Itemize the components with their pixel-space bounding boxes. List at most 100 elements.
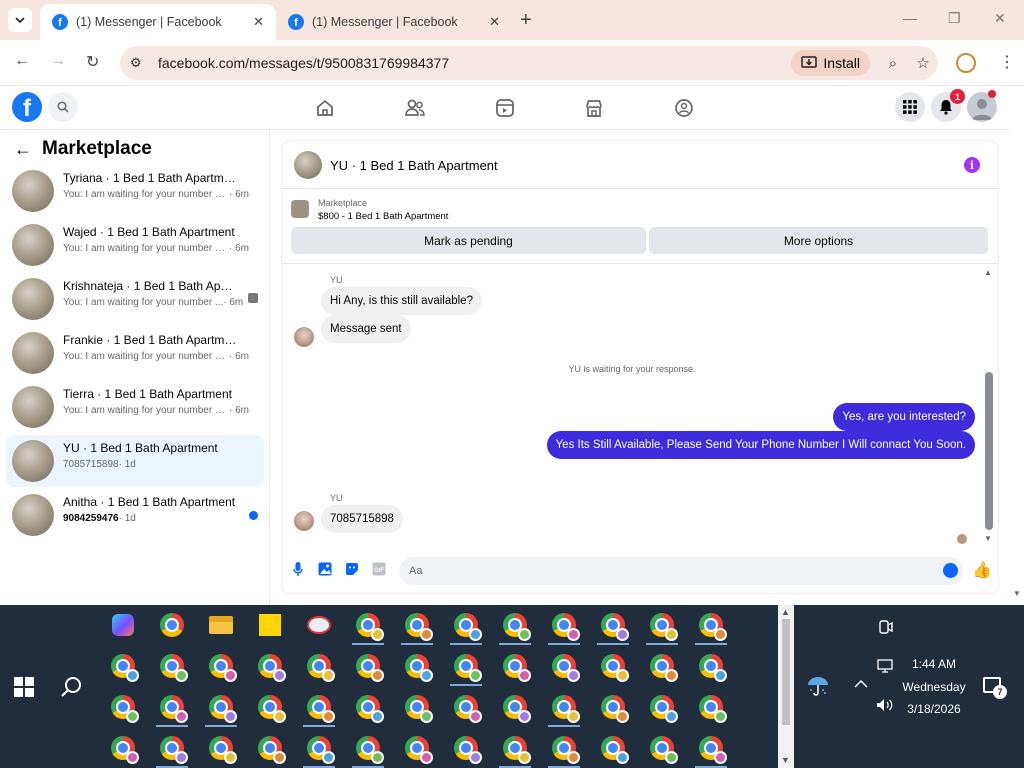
reload-button[interactable]: ↻ xyxy=(86,52,99,72)
conversation-item-selected[interactable]: YU · 1 Bed 1 Bath Apartment 7085715898 · … xyxy=(6,435,264,487)
chat-title[interactable]: YU · 1 Bed 1 Bath Apartment xyxy=(330,158,498,173)
chrome-profile-icon[interactable] xyxy=(397,728,437,768)
weather-umbrella-icon[interactable] xyxy=(806,673,830,697)
marketplace-icon[interactable] xyxy=(582,96,606,120)
windows-start-icon[interactable] xyxy=(14,677,34,697)
chrome-profile-icon[interactable] xyxy=(103,728,143,768)
chrome-profile-icon[interactable] xyxy=(446,605,486,645)
scroll-up-arrow-icon[interactable]: ▲ xyxy=(781,607,790,617)
close-tab-icon[interactable]: ✕ xyxy=(489,14,500,30)
chrome-profile-icon[interactable] xyxy=(250,687,290,727)
chrome-profile-icon[interactable] xyxy=(348,605,388,645)
thumbs-up-icon[interactable]: 👍 xyxy=(972,560,992,580)
sticky-notes-icon[interactable] xyxy=(250,605,290,645)
chrome-profile-icon[interactable] xyxy=(103,646,143,686)
microphone-icon[interactable] xyxy=(290,561,306,577)
chrome-profile-icon[interactable] xyxy=(446,646,486,686)
address-bar[interactable]: ⚙ facebook.com/messages/t/95008317699843… xyxy=(120,46,938,80)
scroll-down-arrow-icon[interactable]: ▼ xyxy=(1013,589,1021,598)
sender-avatar[interactable] xyxy=(294,511,314,531)
chrome-profile-icon[interactable] xyxy=(544,687,584,727)
chrome-profile-icon[interactable] xyxy=(642,687,682,727)
conversation-item[interactable]: Anitha · 1 Bed 1 Bath Apartment 90842594… xyxy=(6,489,264,541)
search-icon[interactable] xyxy=(60,675,84,699)
chrome-profile-icon[interactable] xyxy=(152,728,192,768)
listing-title[interactable]: $800 - 1 Bed 1 Bath Apartment xyxy=(318,211,448,222)
back-button[interactable]: ← xyxy=(14,52,30,70)
chrome-profile-icon[interactable] xyxy=(348,728,388,768)
page-scrollbar[interactable]: ▼ xyxy=(1009,86,1024,605)
video-icon[interactable] xyxy=(493,96,517,120)
chrome-profile-icon[interactable] xyxy=(397,646,437,686)
zoom-icon[interactable]: ⌕ xyxy=(878,55,908,72)
sender-avatar[interactable] xyxy=(294,327,314,347)
browser-menu-icon[interactable]: ⋮ xyxy=(999,52,1015,72)
chrome-profile-icon[interactable] xyxy=(495,605,535,645)
scrollbar-thumb[interactable] xyxy=(782,619,790,725)
photo-icon[interactable] xyxy=(317,561,333,577)
chrome-profile-icon[interactable] xyxy=(446,728,486,768)
volume-icon[interactable] xyxy=(876,698,894,712)
sticker-icon[interactable] xyxy=(344,561,360,577)
url-text[interactable]: facebook.com/messages/t/9500831769984377 xyxy=(158,55,791,71)
scrollbar-thumb[interactable] xyxy=(985,372,993,530)
outgoing-message[interactable]: Yes Its Still Available, Please Send You… xyxy=(546,431,975,459)
close-tab-icon[interactable]: ✕ xyxy=(253,14,264,30)
conversation-item[interactable]: Frankie · 1 Bed 1 Bath Apartment You: I … xyxy=(6,327,264,379)
mark-as-pending-button[interactable]: Mark as pending xyxy=(291,227,646,254)
file-explorer-icon[interactable] xyxy=(201,605,241,645)
back-arrow-icon[interactable]: ← xyxy=(14,139,32,160)
chrome-profile-icon[interactable] xyxy=(691,605,731,645)
incoming-message[interactable]: Message sent xyxy=(321,315,411,343)
menu-grid-button[interactable] xyxy=(895,92,925,122)
forward-button[interactable]: → xyxy=(50,52,66,70)
chrome-profile-icon[interactable] xyxy=(642,646,682,686)
chrome-profile-icon[interactable] xyxy=(348,687,388,727)
groups-icon[interactable] xyxy=(672,96,696,120)
chrome-profile-icon[interactable] xyxy=(299,646,339,686)
chrome-profile-icon[interactable] xyxy=(593,646,633,686)
conversation-item[interactable]: Tierra · 1 Bed 1 Bath Apartment You: I a… xyxy=(6,381,264,433)
chrome-profile-icon[interactable] xyxy=(152,687,192,727)
chrome-profile-icon[interactable] xyxy=(348,646,388,686)
copilot-icon[interactable] xyxy=(103,605,143,645)
chrome-profile-icon[interactable] xyxy=(593,687,633,727)
conversation-item[interactable]: Tyriana · 1 Bed 1 Bath Apartment You: I … xyxy=(6,165,264,217)
chrome-profile-icon[interactable] xyxy=(397,605,437,645)
chrome-profile-icon[interactable] xyxy=(495,646,535,686)
scroll-down-arrow-icon[interactable]: ▼ xyxy=(781,755,790,765)
chrome-profile-icon[interactable] xyxy=(201,687,241,727)
chrome-profile-icon[interactable] xyxy=(201,646,241,686)
chrome-icon[interactable] xyxy=(152,605,192,645)
chrome-profile-icon[interactable] xyxy=(299,687,339,727)
clock-day[interactable]: Wednesday xyxy=(897,680,971,694)
chrome-profile-icon[interactable] xyxy=(691,687,731,727)
show-hidden-icons-chevron-icon[interactable] xyxy=(854,679,868,689)
chrome-profile-icon[interactable] xyxy=(544,646,584,686)
clock-time[interactable]: 1:44 AM xyxy=(902,657,966,671)
home-icon[interactable] xyxy=(313,96,337,120)
facebook-logo-icon[interactable]: f xyxy=(12,92,42,122)
chrome-profile-icon[interactable] xyxy=(691,728,731,768)
chrome-profile-icon[interactable] xyxy=(593,728,633,768)
chrome-profile-icon[interactable] xyxy=(544,605,584,645)
friends-icon[interactable] xyxy=(403,96,427,120)
chrome-profile-icon[interactable] xyxy=(250,646,290,686)
listing-thumbnail[interactable] xyxy=(294,151,322,179)
chrome-profile-icon[interactable] xyxy=(593,605,633,645)
chrome-profile-icon[interactable] xyxy=(642,728,682,768)
chrome-profile-icon[interactable] xyxy=(250,728,290,768)
emoji-icon[interactable] xyxy=(943,563,958,578)
chrome-profile-icon[interactable] xyxy=(446,687,486,727)
scroll-up-arrow-icon[interactable]: ▲ xyxy=(984,268,992,277)
browser-tab-2[interactable]: f (1) Messenger | Facebook ✕ xyxy=(276,4,512,40)
incoming-message[interactable]: Hi Any, is this still available? xyxy=(321,287,482,315)
chrome-profile-icon[interactable] xyxy=(495,728,535,768)
taskbar-scrollbar[interactable]: ▲ ▼ xyxy=(778,605,794,768)
chrome-profile-icon[interactable] xyxy=(152,646,192,686)
info-icon[interactable]: i xyxy=(964,157,980,173)
bookmark-star-icon[interactable]: ☆ xyxy=(908,54,938,72)
chrome-profile-icon[interactable] xyxy=(299,728,339,768)
new-tab-button[interactable]: + xyxy=(520,10,532,30)
gif-icon[interactable]: GIF xyxy=(371,561,387,577)
